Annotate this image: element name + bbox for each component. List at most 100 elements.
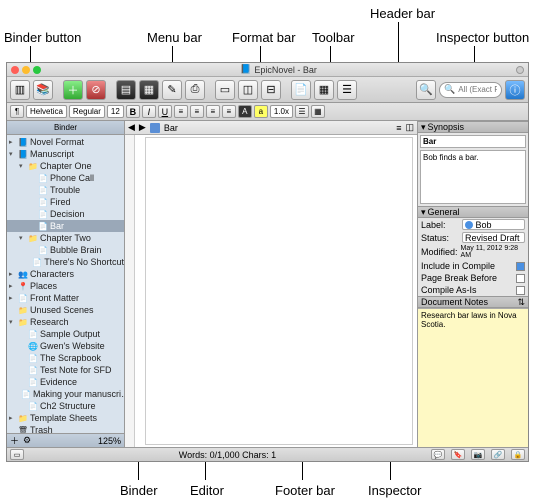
nav-fwd-button[interactable]: ▶ [139,122,146,133]
disclosure-triangle-icon[interactable]: ▸ [9,414,16,422]
binder-item[interactable]: 📄Decision [7,208,124,220]
close-window-button[interactable] [11,66,19,74]
layout-split-v-button[interactable]: ⊟ [261,80,281,100]
binder-item[interactable]: ▾📘Manuscript [7,148,124,160]
disclosure-triangle-icon[interactable]: ▾ [19,162,26,170]
binder-item[interactable]: 📄Phone Call [7,172,124,184]
references-button[interactable]: 🔗 [491,449,505,460]
group-mode-outline-button[interactable]: ☰ [337,80,357,100]
binder-settings-button[interactable]: ⚙ [23,435,31,446]
minimize-window-button[interactable] [22,66,30,74]
quickref-button[interactable]: 🔍 [416,80,436,100]
binder-item[interactable]: ▸📄Front Matter [7,292,124,304]
disclosure-triangle-icon[interactable]: ▾ [9,150,16,158]
status-select[interactable]: Revised Draft [462,232,525,243]
binder-item[interactable]: 📄Evidence [7,376,124,388]
binder-item[interactable]: 🗑Trash [7,424,124,433]
search-field[interactable]: 🔍 [439,82,502,98]
layout-single-button[interactable]: ▭ [215,80,235,100]
disclosure-triangle-icon[interactable]: ▸ [9,138,16,146]
disclosure-triangle-icon[interactable]: ▸ [9,282,16,290]
underline-button[interactable]: U [158,105,172,118]
align-left-button[interactable]: ≡ [174,105,188,118]
style-picker-button[interactable]: ¶ [10,105,24,118]
item-icon: 📄 [28,401,38,411]
line-spacing-select[interactable]: 1.0x [270,105,293,118]
binder-tree[interactable]: ▸📘Novel Format▾📘Manuscript▾📁Chapter One📄… [7,135,124,433]
synopsis-title-field[interactable]: Bar [420,135,526,148]
split-toggle-button[interactable]: ◫ [405,122,414,133]
text-color-button[interactable]: A [238,105,252,118]
binder-item[interactable]: 📄Test Note for SFD [7,364,124,376]
compile-button[interactable]: ⎙ [185,80,205,100]
binder-item[interactable]: ▾📁Research [7,316,124,328]
compose-button[interactable]: ✎ [162,80,182,100]
compile-asis-check[interactable] [516,286,525,295]
align-center-button[interactable]: ≡ [190,105,204,118]
disclosure-triangle-icon[interactable]: ▾ [19,234,26,242]
view-mode-1-button[interactable]: ▤ [116,80,136,100]
bold-button[interactable]: B [126,105,140,118]
font-size-select[interactable]: 12 [107,105,124,118]
binder-item[interactable]: 📄Making your manuscri… [7,388,124,400]
binder-item[interactable]: 📄Trouble [7,184,124,196]
snapshots-button[interactable]: 📷 [471,449,485,460]
font-style-select[interactable]: Regular [69,105,105,118]
binder-toggle-button[interactable]: ▥ [10,80,30,100]
proxy-icon[interactable] [516,66,524,74]
group-mode-cork-button[interactable]: ▦ [314,80,334,100]
trash-button[interactable]: ⊘ [86,80,106,100]
binder-item[interactable]: 📄Sample Output [7,328,124,340]
comments-button[interactable]: 💬 [431,449,445,460]
collection-button[interactable]: 📚 [33,80,53,100]
search-input[interactable] [458,85,497,94]
pagebreak-check[interactable] [516,274,525,283]
font-family-select[interactable]: Helvetica [26,105,67,118]
binder-item[interactable]: 📁Unused Scenes [7,304,124,316]
italic-button[interactable]: I [142,105,156,118]
synopsis-body-field[interactable]: Bob finds a bar. [420,150,526,204]
synopsis-header[interactable]: ▾Synopsis [418,121,528,133]
compile-asis-lbl: Compile As-Is [421,285,513,295]
highlight-button[interactable]: a [254,105,268,118]
label-select[interactable]: Bob [462,219,525,230]
binder-item[interactable]: ▸📘Novel Format [7,136,124,148]
group-mode-doc-button[interactable]: 📄 [291,80,311,100]
include-compile-check[interactable] [516,262,525,271]
add-doc-button[interactable]: ＋ [10,434,19,447]
binder-item[interactable]: ▸👥Characters [7,268,124,280]
disclosure-triangle-icon[interactable]: ▾ [9,318,16,326]
binder-item[interactable]: ▾📁Chapter One [7,160,124,172]
notes-header[interactable]: Document Notes⇅ [418,296,528,308]
view-mode-2-button[interactable]: ▦ [139,80,159,100]
binder-item[interactable]: 📄The Scrapbook [7,352,124,364]
align-right-button[interactable]: ≡ [206,105,220,118]
general-header[interactable]: ▾General [418,206,528,218]
inspector-toggle-button[interactable]: ⓘ [505,80,525,100]
binder-item[interactable]: 📄There's No Shortcut [7,256,124,268]
align-justify-button[interactable]: ≡ [222,105,236,118]
binder-item[interactable]: ▾📁Chapter Two [7,232,124,244]
binder-item[interactable]: ▸📍Places [7,280,124,292]
footer-left-1[interactable]: ▭ [10,449,24,460]
editor-text-area[interactable] [125,135,417,447]
header-menu-button[interactable]: ≡ [396,123,401,133]
layout-split-h-button[interactable]: ◫ [238,80,258,100]
binder-item[interactable]: 📄Fired [7,196,124,208]
lock-button[interactable]: 🔒 [511,449,525,460]
keywords-button[interactable]: 🔖 [451,449,465,460]
document-notes-field[interactable]: Research bar laws in Nova Scotia. [418,308,528,447]
disclosure-triangle-icon[interactable]: ▸ [9,270,16,278]
nav-back-button[interactable]: ◀ [128,122,135,133]
list-button[interactable]: ☰ [295,105,309,118]
disclosure-triangle-icon[interactable]: ▸ [9,294,16,302]
binder-item[interactable]: ▸📁Template Sheets [7,412,124,424]
table-button[interactable]: ▦ [311,105,325,118]
zoom-window-button[interactable] [33,66,41,74]
add-button[interactable]: ＋ [63,80,83,100]
binder-item[interactable]: 📄Bubble Brain [7,244,124,256]
zoom-level[interactable]: 125% [98,436,121,446]
binder-item[interactable]: 🌐Gwen's Website [7,340,124,352]
binder-item[interactable]: 📄Ch2 Structure [7,400,124,412]
binder-item[interactable]: 📄Bar [7,220,124,232]
